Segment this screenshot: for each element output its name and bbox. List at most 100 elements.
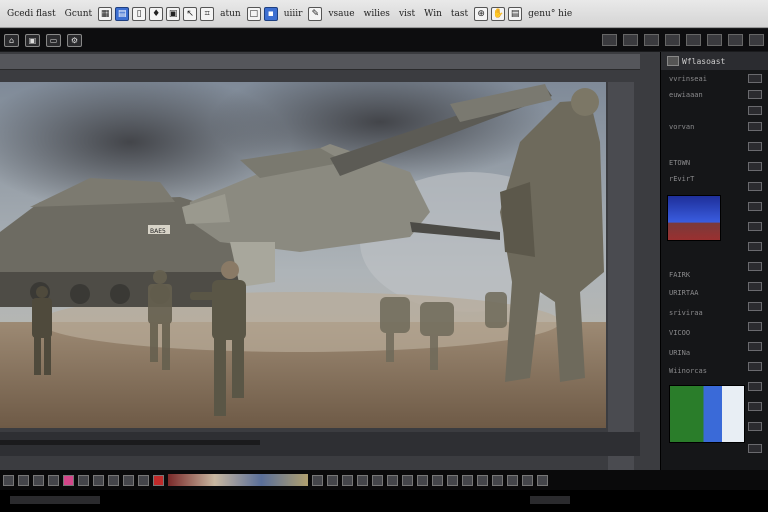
layer-row[interactable]: VICOO (669, 328, 690, 338)
layer-row[interactable]: ETOWN (669, 158, 690, 168)
arrow-tool-icon[interactable]: ↖ (183, 6, 198, 21)
screen-mode-icon[interactable] (707, 34, 722, 46)
taskbar-app-icon[interactable] (402, 474, 413, 486)
taskbar-app-icon[interactable] (537, 474, 548, 486)
layer-thumbnail[interactable] (667, 195, 721, 241)
workspace-switch-icon[interactable] (602, 34, 617, 46)
menu-item-edit[interactable]: Gcunt (62, 8, 95, 20)
home-icon[interactable]: ⌂ (4, 33, 19, 47)
menu-item-test[interactable]: tast (448, 8, 471, 20)
layer-row[interactable]: URINa (669, 348, 690, 358)
settings-icon[interactable]: ⚙ (67, 33, 82, 47)
visibility-toggle[interactable] (748, 282, 762, 291)
taskbar-app-icon[interactable] (123, 474, 134, 486)
taskbar-app-icon[interactable] (522, 474, 533, 486)
visibility-toggle[interactable] (748, 342, 762, 351)
visibility-toggle[interactable] (748, 422, 762, 431)
visibility-toggle[interactable] (748, 74, 762, 83)
taskbar-app-icon[interactable] (447, 474, 458, 486)
panel-menu-icon[interactable] (667, 56, 679, 66)
visibility-toggle[interactable] (748, 106, 762, 115)
taskbar-app-icon[interactable] (327, 474, 338, 486)
canvas-scrollbar[interactable] (608, 82, 634, 478)
visibility-toggle[interactable] (748, 162, 762, 171)
taskbar-app-icon[interactable] (492, 474, 503, 486)
taskbar-app-icon[interactable] (387, 474, 398, 486)
document-tab[interactable] (0, 54, 640, 70)
taskbar-app-icon[interactable] (108, 474, 119, 486)
layer-thumbnail[interactable] (669, 385, 745, 443)
taskbar-app-icon[interactable] (63, 474, 74, 486)
search-icon[interactable] (665, 34, 680, 46)
taskbar-app-icon[interactable] (138, 474, 149, 486)
layer-row[interactable]: FAIRK (669, 270, 690, 280)
layer-row[interactable]: Wiinorcas (669, 366, 707, 376)
taskbar-app-icon[interactable] (477, 474, 488, 486)
taskbar-app-icon[interactable] (417, 474, 428, 486)
menu-item-image[interactable]: atun (217, 8, 244, 20)
menu-item-help[interactable]: genu° hie (525, 8, 575, 20)
layer-row[interactable]: URIRTAA (669, 288, 699, 298)
taskbar-app-icon[interactable] (507, 474, 518, 486)
crop-icon[interactable]: ⌗ (200, 6, 215, 21)
layer-row[interactable]: vvrinseai (669, 74, 707, 84)
hand-icon[interactable]: ✋ (491, 6, 506, 21)
taskbar-app-icon[interactable] (153, 474, 164, 486)
visibility-toggle[interactable] (748, 242, 762, 251)
layer-row[interactable]: sriviraa (669, 308, 703, 318)
visibility-toggle[interactable] (748, 382, 762, 391)
taskbar-app-icon[interactable] (18, 474, 29, 486)
visibility-toggle[interactable] (748, 142, 762, 151)
arrange-icon[interactable] (644, 34, 659, 46)
pin-icon[interactable]: ♦ (149, 6, 164, 21)
taskbar-app-icon[interactable] (462, 474, 473, 486)
select-icon[interactable]: ▪ (263, 6, 278, 21)
frame-icon[interactable]: ▣ (166, 6, 181, 21)
window-close-icon[interactable] (749, 34, 764, 46)
taskbar-app-icon[interactable] (357, 474, 368, 486)
visibility-toggle[interactable] (748, 90, 762, 99)
zoom-icon[interactable]: ⊕ (474, 6, 489, 21)
panel-toggle-icon[interactable] (686, 34, 701, 46)
taskbar-app-icon[interactable] (432, 474, 443, 486)
visibility-toggle[interactable] (748, 362, 762, 371)
visibility-toggle[interactable] (748, 322, 762, 331)
taskbar-app-icon[interactable] (33, 474, 44, 486)
menu-item-filter[interactable]: wilies (361, 8, 393, 20)
visibility-toggle[interactable] (748, 302, 762, 311)
menu-item-view[interactable]: vist (396, 8, 418, 20)
taskbar-app-icon[interactable] (48, 474, 59, 486)
canvas-image[interactable]: BAE5 (0, 62, 606, 428)
menu-item-select[interactable]: vsaue (325, 8, 357, 20)
print-icon[interactable]: ▤ (508, 6, 523, 21)
visibility-toggle[interactable] (748, 444, 762, 453)
menu-item-window[interactable]: Win (421, 8, 445, 20)
share-icon[interactable] (623, 34, 638, 46)
taskbar-app-icon[interactable] (312, 474, 323, 486)
window-min-icon[interactable] (728, 34, 743, 46)
horizontal-scrollbar[interactable] (0, 440, 260, 445)
visibility-toggle[interactable] (748, 202, 762, 211)
brush-icon[interactable]: ✎ (308, 6, 323, 21)
visibility-toggle[interactable] (748, 262, 762, 271)
taskbar-app-icon[interactable] (342, 474, 353, 486)
visibility-toggle[interactable] (748, 182, 762, 191)
menu-item-file[interactable]: Gcedi flast (4, 8, 59, 20)
square-icon[interactable]: □ (246, 6, 261, 21)
taskbar-app-icon[interactable] (93, 474, 104, 486)
taskbar-preview-strip[interactable] (168, 474, 308, 486)
canvas-frame[interactable]: BAE5 (0, 62, 606, 428)
page-icon[interactable]: ▯ (132, 6, 147, 21)
menu-item-layer[interactable]: uiiir (281, 8, 306, 20)
visibility-toggle[interactable] (748, 122, 762, 131)
camera-icon[interactable]: ▣ (25, 33, 40, 47)
taskbar-app-icon[interactable] (3, 474, 14, 486)
layers-icon[interactable]: ▤ (115, 6, 130, 21)
layer-row[interactable]: rEvirT (669, 174, 694, 184)
layer-row[interactable]: euwiaaan (669, 90, 703, 100)
layer-row[interactable]: vorvan (669, 122, 694, 132)
grid-icon[interactable]: ▦ (98, 6, 113, 21)
folder-icon[interactable]: ▭ (46, 33, 61, 47)
visibility-toggle[interactable] (748, 222, 762, 231)
taskbar-app-icon[interactable] (372, 474, 383, 486)
